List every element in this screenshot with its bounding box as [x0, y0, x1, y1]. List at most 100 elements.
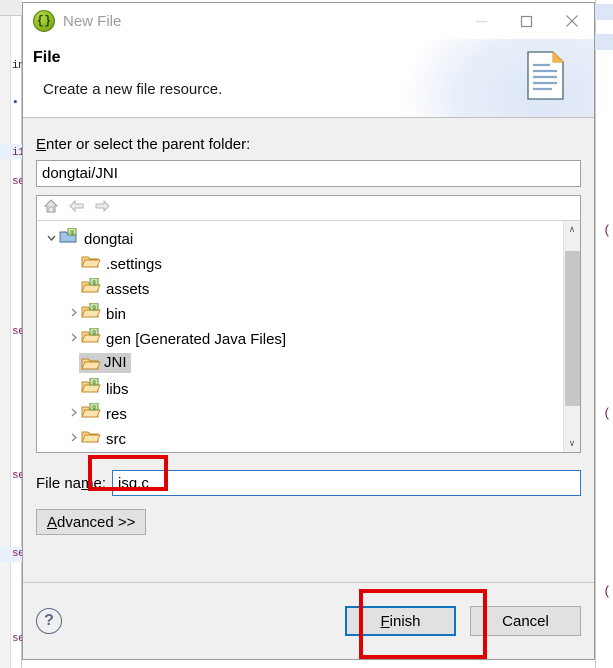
cancel-button[interactable]: Cancel: [470, 606, 581, 636]
chevron-down-icon[interactable]: [43, 232, 59, 243]
tree-item-label: JNI: [104, 353, 127, 371]
tree-item-label: bin: [106, 305, 127, 323]
mnemonic-letter: E: [36, 136, 47, 153]
tree-toolbar: [37, 196, 580, 221]
folder-badge-icon: g: [81, 327, 101, 348]
tree-item-label: dongtai: [84, 230, 134, 248]
folder-plain-icon: [81, 256, 101, 273]
dialog-body: Enter or select the parent folder: dongt…: [23, 118, 594, 582]
tree-item-bin[interactable]: g bin: [37, 300, 562, 325]
advanced-button[interactable]: Advanced >>: [36, 509, 147, 535]
page-description: Create a new file resource.: [43, 81, 223, 98]
chevron-right-icon[interactable]: [65, 432, 81, 443]
tree-vertical-scrollbar[interactable]: ∧ ∨: [563, 221, 580, 452]
folder-plain-icon: [81, 355, 101, 370]
folder-badge-icon: g: [81, 277, 101, 298]
tree-item-content: g assets: [81, 277, 150, 298]
bg-code-fragment: (: [603, 406, 611, 421]
minimize-button[interactable]: [459, 3, 504, 39]
folder-badge-icon: g: [81, 377, 101, 398]
mnemonic-letter: A: [47, 513, 58, 531]
background-highlight-row: [595, 34, 613, 50]
parent-folder-label: Enter or select the parent folder:: [36, 136, 581, 153]
chevron-right-icon[interactable]: [65, 307, 81, 318]
advanced-button-label: dvanced >>: [57, 513, 136, 531]
bg-code-fragment: (: [603, 584, 611, 599]
tree-item-content: g bin: [81, 302, 127, 323]
tree-item-label: assets: [106, 280, 150, 298]
tree-item-content: JNI: [79, 352, 131, 373]
tree-item-dot-settings[interactable]: .settings: [37, 250, 562, 275]
tree-item-content: .settings: [81, 253, 162, 273]
bg-code-fragment: ▪: [12, 97, 19, 109]
filename-row: File name:: [36, 470, 581, 496]
tree-item-label: .settings: [106, 255, 162, 273]
scrollbar-thumb[interactable]: [565, 251, 580, 406]
parent-folder-label-text: nter or select the parent folder:: [46, 136, 251, 153]
tree-item-content: g dongtai: [59, 227, 134, 248]
chevron-right-icon[interactable]: [65, 332, 81, 343]
dialog-footer: ? Finish Cancel: [23, 582, 594, 659]
scroll-up-button[interactable]: ∧: [564, 221, 580, 238]
home-icon[interactable]: [43, 198, 59, 219]
folder-badge-icon: g: [81, 302, 101, 323]
finish-button-label: inish: [389, 612, 421, 630]
tree-item-src[interactable]: src: [37, 425, 562, 450]
tree-item-label: libs: [106, 380, 129, 398]
mnemonic-letter: F: [380, 612, 390, 630]
filename-input[interactable]: [112, 470, 581, 496]
finish-button[interactable]: Finish: [345, 606, 456, 636]
back-arrow-icon[interactable]: [68, 199, 85, 218]
eclipse-braces-icon: {}: [33, 10, 55, 32]
filename-label-pre: File na: [36, 474, 82, 492]
tree-item-label: gen [Generated Java Files]: [106, 330, 287, 348]
background-right-column: [595, 0, 613, 668]
chevron-right-icon[interactable]: [65, 407, 81, 418]
new-file-dialog: {} New File File Create a new file resou…: [22, 2, 595, 660]
scroll-down-button[interactable]: ∨: [564, 435, 580, 452]
svg-text:g: g: [92, 404, 96, 411]
bg-code-fragment: (: [603, 223, 611, 238]
tree-scroll-area: g dongtai .settings g assets g bin g gen [Genera…: [37, 221, 580, 452]
forward-arrow-icon[interactable]: [94, 199, 111, 218]
tree-item-libs[interactable]: g libs: [37, 375, 562, 400]
tree-item-list: g dongtai .settings g assets g bin g gen [Genera…: [37, 225, 562, 450]
footer-buttons: Finish Cancel: [345, 606, 581, 636]
help-icon[interactable]: ?: [36, 608, 62, 634]
svg-text:g: g: [92, 279, 96, 286]
folder-tree: g dongtai .settings g assets g bin g gen [Genera…: [36, 195, 581, 453]
tree-item-label: res: [106, 405, 127, 423]
new-file-document-icon: [526, 50, 566, 101]
tree-item-content: src: [81, 428, 126, 448]
svg-text:g: g: [92, 304, 96, 311]
parent-folder-input[interactable]: [36, 160, 581, 187]
wizard-page-header: File Create a new file resource.: [23, 39, 594, 118]
close-button[interactable]: [549, 3, 594, 39]
project-folder-icon: g: [59, 227, 79, 248]
tree-item-jni[interactable]: JNI: [37, 350, 562, 375]
tree-item-dongtai[interactable]: g dongtai: [37, 225, 562, 250]
folder-plain-icon: [81, 431, 101, 448]
background-line-gutter: [0, 0, 11, 668]
page-title: File: [33, 49, 61, 66]
tree-item-label: src: [106, 430, 126, 448]
tree-item-content: g res: [81, 402, 127, 423]
filename-label-post: e:: [93, 474, 107, 492]
tree-item-gen[interactable]: g gen [Generated Java Files]: [37, 325, 562, 350]
mnemonic-letter: m: [81, 474, 94, 492]
window-controls: [459, 3, 594, 39]
svg-text:g: g: [92, 379, 96, 386]
maximize-button[interactable]: [504, 3, 549, 39]
tree-item-content: g gen [Generated Java Files]: [81, 327, 287, 348]
svg-text:g: g: [92, 329, 96, 336]
filename-label: File name:: [36, 475, 106, 492]
background-editor-tab: [0, 0, 22, 16]
dialog-title: New File: [63, 12, 122, 30]
svg-text:g: g: [70, 229, 74, 236]
folder-badge-icon: g: [81, 402, 101, 423]
tree-item-content: g libs: [81, 377, 129, 398]
background-highlight-row: [595, 4, 613, 20]
dialog-titlebar: {} New File: [23, 3, 594, 39]
tree-item-res[interactable]: g res: [37, 400, 562, 425]
tree-item-assets[interactable]: g assets: [37, 275, 562, 300]
